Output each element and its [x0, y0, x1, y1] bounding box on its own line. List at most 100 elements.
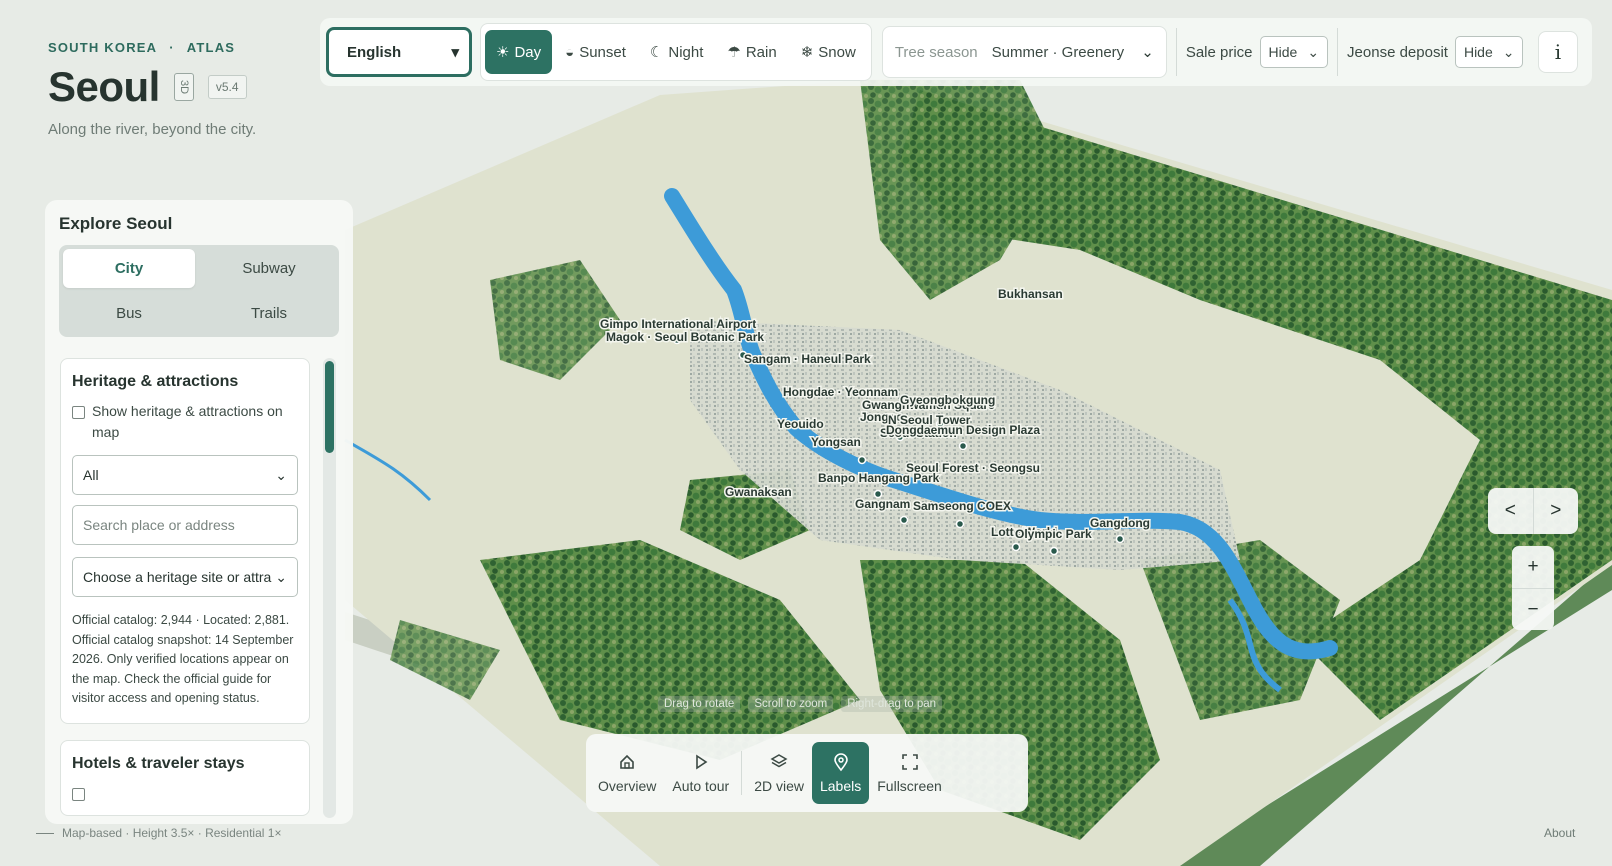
- map-poi-marker[interactable]: [1115, 534, 1125, 544]
- toolbar-divider: [741, 751, 743, 795]
- map-label[interactable]: Dongdaemun Design Plaza: [885, 422, 1042, 439]
- tree-season-select[interactable]: Tree season Summer · Greenery ⌄: [881, 26, 1167, 78]
- map-label[interactable]: Gangdong: [1089, 515, 1152, 532]
- toolbar-label: Auto tour: [672, 778, 730, 794]
- weather-snow-button[interactable]: ❄ Snow: [790, 30, 867, 74]
- heritage-filter-select[interactable]: All ⌄: [72, 455, 298, 495]
- heritage-search-input[interactable]: Search place or address: [72, 505, 298, 545]
- map-poi-marker[interactable]: [1049, 546, 1059, 556]
- hotels-checkbox-row[interactable]: [72, 783, 298, 801]
- map-hint-item: Drag to rotate: [658, 696, 741, 712]
- map-poi-marker[interactable]: [955, 519, 965, 529]
- heritage-site-placeholder: Choose a heritage site or attra: [83, 569, 272, 585]
- toolbar-label: Fullscreen: [877, 778, 942, 794]
- hotels-checkbox[interactable]: [72, 787, 85, 801]
- hotels-title: Hotels & traveler stays: [72, 754, 245, 772]
- explore-panel: Explore Seoul City Subway Bus Trails Herita…: [45, 200, 353, 824]
- atlas-label: ATLAS: [186, 40, 236, 55]
- kicker-dot: ·: [169, 40, 175, 55]
- zoom-controls: + −: [1512, 546, 1554, 630]
- info-icon: i: [1554, 40, 1562, 64]
- hotels-card: Hotels & traveler stays: [60, 739, 310, 816]
- heritage-checkbox[interactable]: [72, 406, 85, 419]
- map-label[interactable]: Sangam · Haneul Park: [743, 351, 873, 368]
- catalog-note: Official catalog: 2,944 · Located: 2,881…: [72, 613, 294, 705]
- map-poi-marker[interactable]: [958, 441, 968, 451]
- panel-scroll-area[interactable]: Heritage & attractions Show heritage & a…: [60, 358, 310, 818]
- tree-season-value: Summer · Greenery: [991, 43, 1125, 61]
- map-label[interactable]: Yeouido: [776, 416, 826, 433]
- map-poi-marker[interactable]: [857, 455, 867, 465]
- weather-toggle-group: ☀ Day ◒ Sunset ☾ Night ☂ Rain ❄ Snow: [480, 23, 872, 81]
- about-link[interactable]: About: [1544, 826, 1575, 840]
- jeonse-select[interactable]: Hide ⌄: [1454, 36, 1524, 68]
- map-label[interactable]: Gwanaksan: [724, 484, 794, 501]
- map-hint: Drag to rotate Scroll to zoom Right-drag t…: [658, 696, 943, 712]
- map-hint-item: Scroll to zoom: [748, 696, 834, 712]
- map-legend: Map-based · Height 3.5× · Residential 1×: [36, 826, 281, 840]
- zoom-in-button[interactable]: +: [1512, 546, 1554, 588]
- info-button[interactable]: i: [1538, 31, 1578, 73]
- tab-bus[interactable]: Bus: [63, 294, 195, 333]
- map-label[interactable]: Banpo Hangang Park: [817, 470, 942, 487]
- weather-night-button[interactable]: ☾ Night: [639, 30, 714, 74]
- play-icon: [695, 754, 708, 770]
- map-poi-marker[interactable]: [899, 515, 909, 525]
- map-label[interactable]: Gimpo International Airport: [599, 316, 758, 333]
- 2d-view-button[interactable]: 2D view: [746, 742, 812, 804]
- map-label[interactable]: Samseong COEX: [912, 498, 1013, 515]
- heritage-search-placeholder: Search place or address: [83, 517, 235, 533]
- version-badge: v5.4: [207, 75, 247, 99]
- fullscreen-button[interactable]: Fullscreen: [869, 742, 950, 804]
- heritage-filter-value: All: [83, 467, 99, 483]
- map-label[interactable]: Bukhansan: [997, 286, 1065, 303]
- weather-label: Night: [668, 43, 704, 61]
- legend-line-icon: [36, 832, 54, 834]
- scrollbar-thumb[interactable]: [325, 361, 334, 453]
- weather-label: Snow: [818, 43, 856, 61]
- weather-day-button[interactable]: ☀ Day: [485, 30, 553, 74]
- weather-rain-button[interactable]: ☂ Rain: [716, 30, 787, 74]
- 3d-badge: 3D: [173, 73, 194, 101]
- next-button[interactable]: >: [1532, 488, 1579, 534]
- language-select[interactable]: English ▾: [326, 27, 472, 77]
- tour-nav: < >: [1488, 488, 1578, 534]
- tab-trails[interactable]: Trails: [203, 294, 335, 333]
- map-label[interactable]: Olympic Park: [1014, 526, 1094, 543]
- jeonse-control: Jeonse deposit Hide ⌄: [1347, 36, 1524, 68]
- map-label[interactable]: Hongdae · Yeonnam: [782, 384, 900, 401]
- heritage-checkbox-row[interactable]: Show heritage & attractions on map: [72, 401, 298, 443]
- weather-label: Day: [514, 43, 542, 61]
- tab-city[interactable]: City: [63, 249, 195, 288]
- chevron-down-icon: ⌄: [1307, 43, 1320, 60]
- sun-icon: ☀: [496, 44, 510, 61]
- map-poi-marker[interactable]: [1011, 542, 1021, 552]
- heritage-title: Heritage & attractions: [72, 373, 239, 390]
- sale-price-value: Hide: [1268, 44, 1298, 60]
- legend-text: Map-based · Height 3.5× · Residential 1×: [62, 826, 282, 840]
- chevron-down-icon: ⌄: [1502, 43, 1515, 60]
- sale-price-select[interactable]: Hide ⌄: [1259, 36, 1329, 68]
- toolbar-label: Labels: [819, 778, 862, 794]
- sale-price-control: Sale price Hide ⌄: [1186, 36, 1329, 68]
- map-label[interactable]: Gangnam: [854, 496, 912, 513]
- auto-tour-button[interactable]: Auto tour: [664, 742, 737, 804]
- prev-button[interactable]: <: [1488, 488, 1533, 534]
- overview-button[interactable]: Overview: [590, 742, 664, 804]
- jeonse-label: Jeonse deposit: [1347, 43, 1448, 61]
- map-label[interactable]: Gyeongbokgung: [899, 392, 997, 409]
- weather-sunset-button[interactable]: ◒ Sunset: [554, 30, 637, 74]
- chevron-down-icon: ▾: [451, 44, 459, 61]
- tab-subway[interactable]: Subway: [203, 249, 335, 288]
- moon-icon: ☾: [649, 44, 664, 61]
- brand: SOUTH KOREA · ATLAS Seoul 3D v5.4 Along …: [48, 40, 256, 138]
- map-label[interactable]: Yongsan: [810, 434, 863, 451]
- map-label[interactable]: Magok · Seoul Botanic Park: [605, 329, 766, 346]
- panel-scrollbar[interactable]: [323, 358, 336, 818]
- heritage-checkbox-label: Show heritage & attractions on map: [92, 403, 283, 440]
- labels-button[interactable]: Labels: [811, 742, 870, 804]
- tree-season-label: Tree season: [894, 43, 978, 61]
- zoom-out-button[interactable]: −: [1512, 588, 1554, 630]
- umbrella-icon: ☂: [727, 44, 741, 61]
- heritage-site-select[interactable]: Choose a heritage site or attra ⌄: [72, 557, 298, 597]
